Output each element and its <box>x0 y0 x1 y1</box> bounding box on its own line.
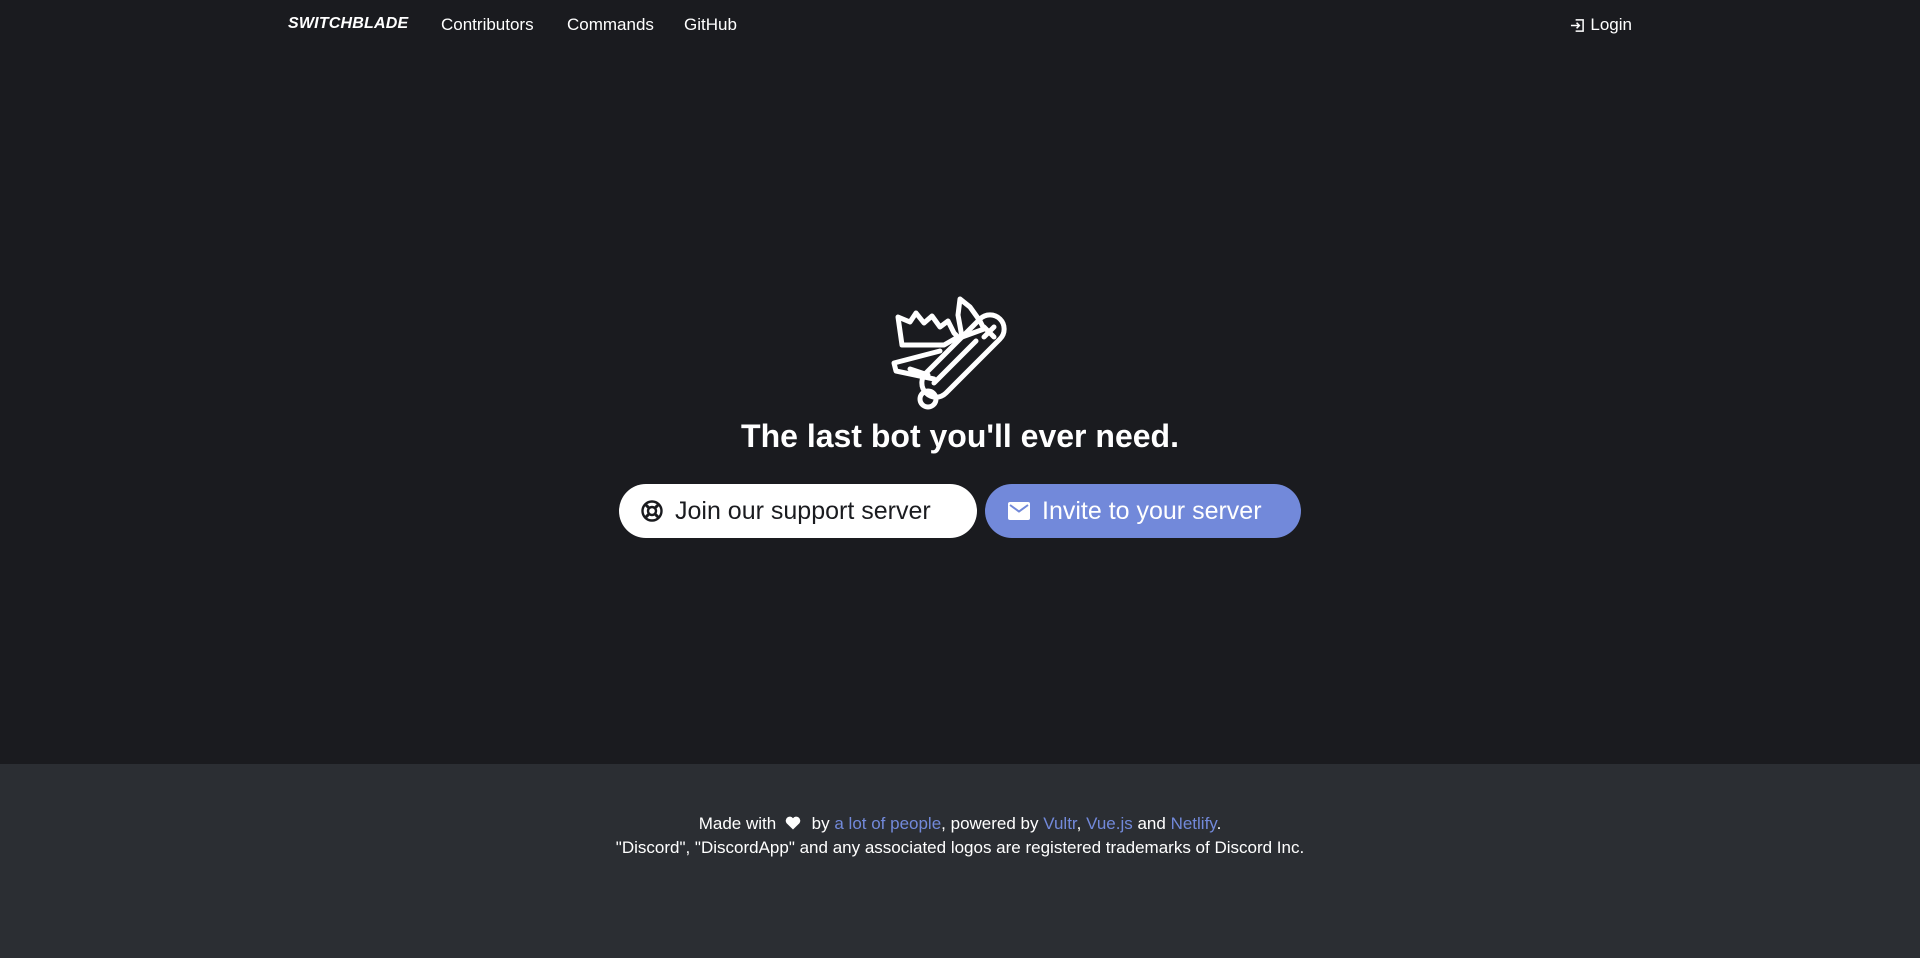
join-support-server-button[interactable]: Join our support server <box>619 484 977 538</box>
nav-contributors-link[interactable]: Contributors <box>441 15 534 35</box>
hero-tagline: The last bot you'll ever need. <box>741 418 1179 454</box>
nav-github-link[interactable]: GitHub <box>684 15 737 35</box>
footer-trademark: "Discord", "DiscordApp" and any associat… <box>615 838 1305 857</box>
login-label: Login <box>1590 15 1632 34</box>
lifebuoy-icon <box>640 499 664 523</box>
login-icon <box>1571 18 1585 32</box>
heart-icon <box>785 815 801 835</box>
footer-vuejs-link[interactable]: Vue.js <box>1086 814 1133 833</box>
footer-people-link[interactable]: a lot of people <box>834 814 941 833</box>
join-support-server-label: Join our support server <box>675 496 931 525</box>
footer: Made with by a lot of people, powered by… <box>0 764 1920 958</box>
footer-made-with: Made with <box>698 814 777 833</box>
footer-by: by <box>811 814 830 833</box>
invite-to-server-button[interactable]: Invite to your server <box>985 484 1301 538</box>
hero-section: The last bot you'll ever need. Join our … <box>0 52 1920 764</box>
footer-netlify-link[interactable]: Netlify <box>1171 814 1217 833</box>
nav-commands-link[interactable]: Commands <box>567 15 654 35</box>
brand-logo[interactable]: SWITCHBLADE <box>288 15 408 33</box>
swiss-army-knife-icon <box>891 296 1007 410</box>
footer-period: . <box>1216 814 1222 833</box>
footer-credits: Made with by a lot of people, powered by… <box>0 814 1920 835</box>
footer-vultr-link[interactable]: Vultr <box>1043 814 1076 833</box>
footer-comma: , <box>1076 814 1082 833</box>
page: SWITCHBLADE Contributors Commands GitHub… <box>0 0 1920 958</box>
footer-and: and <box>1137 814 1166 833</box>
footer-powered-by: , powered by <box>941 814 1039 833</box>
navbar: SWITCHBLADE Contributors Commands GitHub… <box>0 0 1920 52</box>
envelope-icon <box>1007 499 1031 523</box>
invite-to-server-label: Invite to your server <box>1042 496 1262 525</box>
login-button[interactable]: Login <box>1570 15 1632 35</box>
